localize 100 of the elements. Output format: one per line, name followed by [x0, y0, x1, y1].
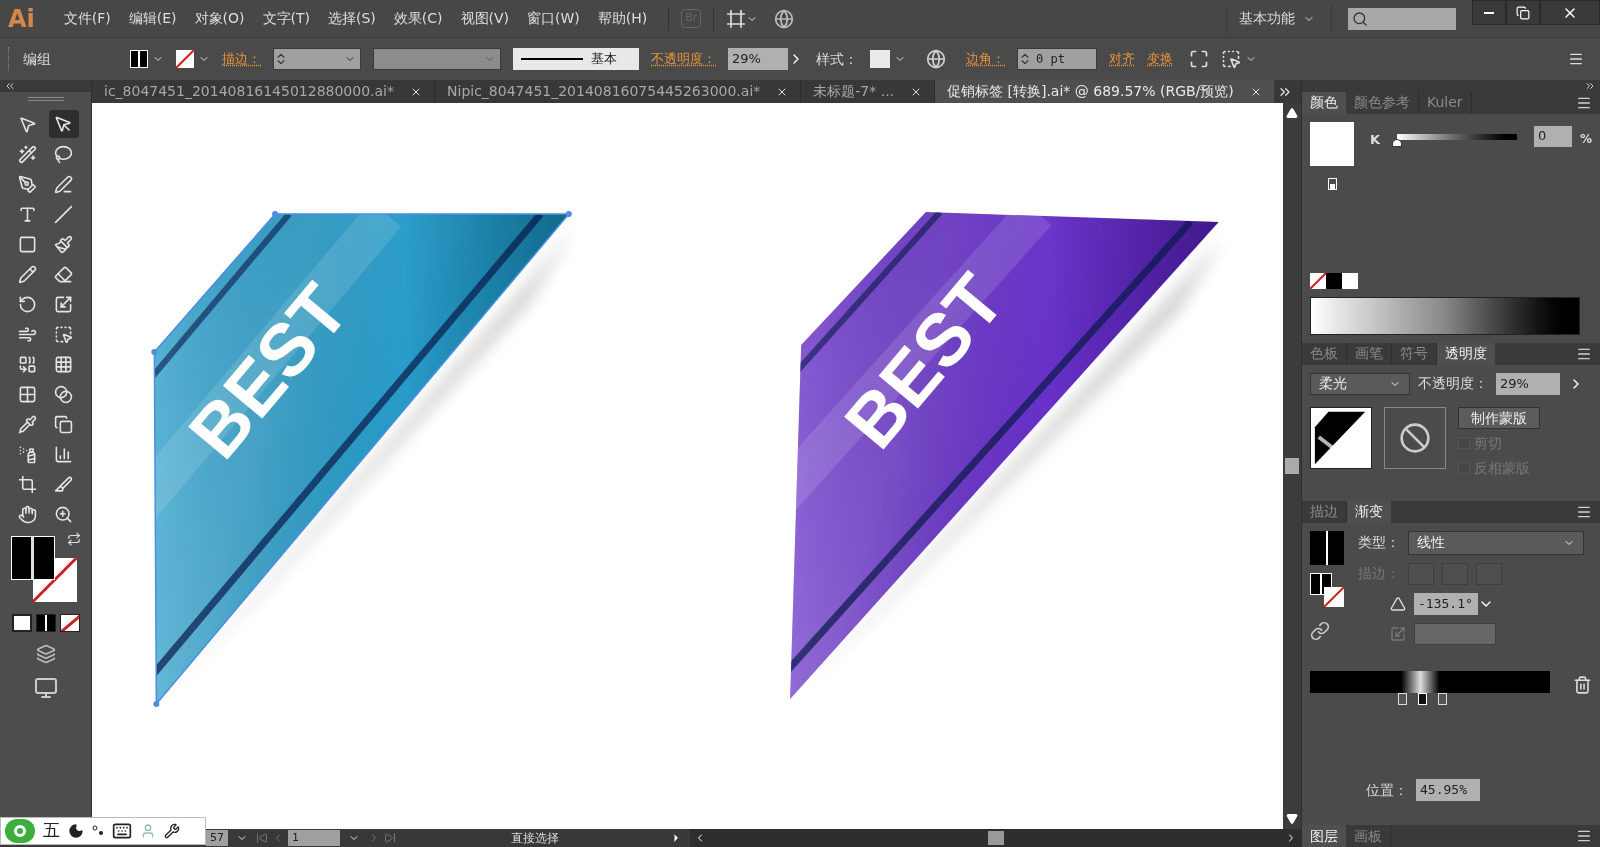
- opacity-label: 不透明度：: [1418, 374, 1488, 394]
- swap-arrows-icon[interactable]: [66, 532, 81, 546]
- moon-icon[interactable]: [68, 823, 84, 839]
- swatch-icon[interactable]: [1342, 272, 1358, 289]
- menu-item[interactable]: 窗口(W): [518, 8, 589, 29]
- input-method-logo-icon[interactable]: [5, 819, 35, 843]
- type-label: 类型：: [1358, 533, 1400, 553]
- horizontal-scrollbar[interactable]: [690, 829, 1301, 847]
- opacity-field[interactable]: 29%: [1496, 372, 1560, 395]
- restore-icon: [1516, 5, 1530, 20]
- close-button[interactable]: [1540, 0, 1600, 25]
- stroke-link[interactable]: 描边：: [222, 49, 261, 69]
- style-label: 样式：: [816, 49, 858, 69]
- keyboard-icon[interactable]: [112, 821, 132, 841]
- menu-item[interactable]: 对象(O): [185, 8, 254, 29]
- make-mask-button[interactable]: 制作蒙版: [1458, 406, 1540, 429]
- panel-tab[interactable]: 渐变: [1347, 500, 1391, 523]
- gradient-mode-icon[interactable]: [35, 614, 56, 632]
- graphic-style-swatch-icon[interactable]: [870, 50, 890, 68]
- scroll-thumb[interactable]: [987, 831, 1004, 845]
- transform-link[interactable]: 变换: [1147, 49, 1173, 69]
- menu-item[interactable]: 选择(S): [319, 8, 385, 29]
- eraser-icon: [54, 264, 73, 284]
- mask-thumbnail[interactable]: [1384, 406, 1446, 469]
- fill-swatch-icon[interactable]: [130, 50, 148, 68]
- arrow-icon: [54, 114, 73, 134]
- menu-item[interactable]: 文件(F): [54, 8, 120, 29]
- color-spectrum-bar[interactable]: [1310, 296, 1580, 335]
- slider-thumb[interactable]: [1392, 138, 1403, 147]
- stroke-weight-field[interactable]: [273, 48, 361, 70]
- wrench-icon[interactable]: [164, 823, 180, 839]
- scroll-up-icon[interactable]: [1286, 107, 1298, 119]
- panel-tab[interactable]: 颜色: [1302, 92, 1346, 114]
- opacity-field[interactable]: 29%: [728, 48, 788, 70]
- brush-definition-dropdown[interactable]: 基本: [513, 48, 639, 70]
- search-field[interactable]: [1348, 7, 1456, 30]
- delete-icon[interactable]: [1573, 674, 1592, 695]
- align-link[interactable]: 对齐: [1109, 49, 1135, 69]
- blend-icon: [54, 384, 73, 404]
- pen-nib-icon: [18, 174, 37, 194]
- zoom-field[interactable]: 57: [206, 830, 228, 846]
- stacked-squares-icon: [54, 414, 73, 434]
- menu-item[interactable]: 效果(C): [384, 8, 452, 29]
- gradient-stop[interactable]: [1438, 692, 1447, 705]
- hollow-arrow-icon: [18, 114, 37, 134]
- variable-width-dropdown[interactable]: [373, 48, 501, 70]
- fill-stroke-gradient-icon[interactable]: [1310, 572, 1346, 609]
- color-swatch-icon[interactable]: [1310, 121, 1354, 166]
- page-field[interactable]: 1: [288, 830, 340, 846]
- channel-value-field[interactable]: 0: [1534, 125, 1572, 147]
- collapse-icon[interactable]: [4, 80, 16, 92]
- stroke-none-swatch-icon[interactable]: [176, 50, 194, 68]
- menu-item[interactable]: 编辑(E): [119, 8, 186, 29]
- corner-radius-field[interactable]: 0 pt: [1017, 48, 1097, 70]
- none-mode-icon[interactable]: [59, 614, 80, 632]
- position-field[interactable]: 45.95%: [1416, 779, 1480, 802]
- spray-can-icon: [18, 444, 37, 464]
- pencil-icon: [18, 264, 37, 284]
- swatch-icon[interactable]: [1326, 272, 1342, 289]
- workspace-switcher[interactable]: 基本功能: [1239, 8, 1315, 29]
- opacity-link[interactable]: 不透明度：: [651, 49, 716, 69]
- gradient-preview-icon[interactable]: [1310, 530, 1344, 565]
- fill-stroke-swatches-icon[interactable]: [10, 536, 77, 602]
- restore-button[interactable]: [1506, 0, 1540, 25]
- aspect-ratio-field[interactable]: [1414, 622, 1496, 645]
- gradient-type-dropdown[interactable]: 线性: [1408, 530, 1584, 555]
- minimize-icon: [1484, 11, 1494, 14]
- first-page-icon[interactable]: [256, 832, 268, 844]
- scale-icon: [54, 294, 73, 314]
- panel-tab[interactable]: 透明度: [1437, 342, 1495, 365]
- minimize-button[interactable]: [1472, 0, 1506, 25]
- angle-field[interactable]: -135.1°: [1414, 592, 1478, 615]
- app-logo: Ai: [8, 3, 35, 35]
- crop-icon: [18, 474, 37, 494]
- color-mode-icon[interactable]: [11, 614, 32, 632]
- punctuation-icon[interactable]: [92, 825, 104, 837]
- vertical-scrollbar[interactable]: [1283, 103, 1301, 829]
- last-page-icon[interactable]: [384, 832, 396, 844]
- lasso-icon: [54, 144, 73, 164]
- gradient-stop[interactable]: [1398, 692, 1407, 705]
- position-label: 位置：: [1366, 780, 1408, 800]
- document-tab[interactable]: 促销标签 [转换].ai* @ 689.57% (RGB/预览): [935, 80, 1274, 103]
- scroll-thumb[interactable]: [1285, 458, 1299, 474]
- gradient-ramp[interactable]: [1310, 670, 1550, 693]
- scroll-down-icon[interactable]: [1286, 813, 1298, 825]
- artwork-thumbnail: [1310, 406, 1372, 469]
- menu-item[interactable]: 视图(V): [451, 8, 519, 29]
- none-swatch-icon[interactable]: [1310, 272, 1326, 289]
- select-similar-icon[interactable]: [1221, 49, 1241, 69]
- blend-mode-dropdown[interactable]: 柔光: [1310, 372, 1410, 395]
- control-menu-icon[interactable]: [1568, 51, 1584, 67]
- input-mode-label[interactable]: 五: [43, 818, 60, 844]
- angle-icon: [1390, 595, 1406, 612]
- panel-tab[interactable]: 图层: [1302, 825, 1346, 847]
- screen-mode-icon[interactable]: [33, 676, 58, 700]
- menu-item[interactable]: 帮助(H): [588, 8, 657, 29]
- corners-link[interactable]: 边角：: [966, 49, 1005, 69]
- menu-item[interactable]: 文字(T): [253, 8, 319, 29]
- tool-button[interactable]: [48, 110, 79, 138]
- collapse-panels-icon[interactable]: [1584, 80, 1596, 92]
